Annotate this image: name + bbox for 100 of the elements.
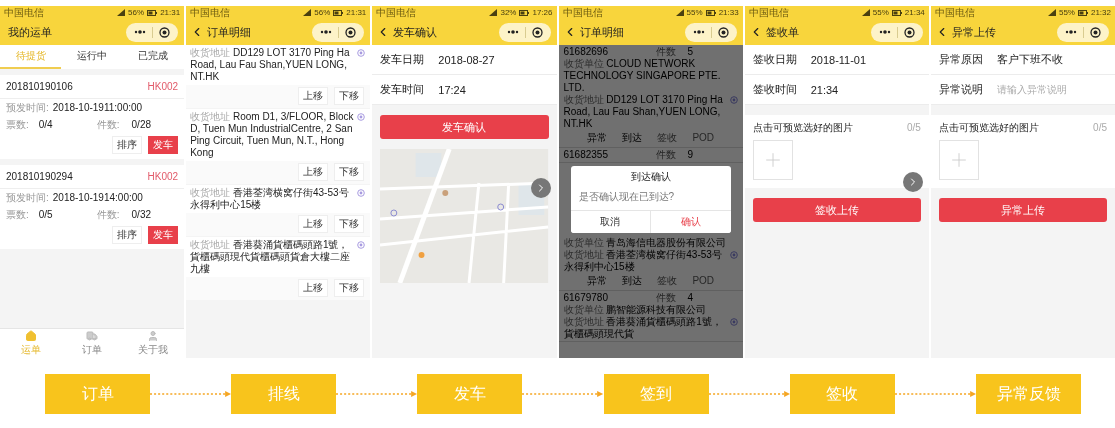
signal-icon — [489, 9, 498, 16]
carrier-name: 中国电信 — [4, 6, 45, 20]
field-label: 异常说明 — [938, 82, 983, 97]
field-label: 件数 — [655, 149, 676, 161]
battery-percent: 55% — [686, 8, 703, 17]
field-value: 2018-08-27 — [438, 53, 495, 66]
more-icon[interactable] — [506, 30, 519, 34]
more-icon[interactable] — [878, 30, 891, 34]
field-value: 0/28 — [130, 118, 152, 131]
clock-time: 21:33 — [718, 8, 739, 17]
nav-tab[interactable]: 关于我 — [122, 329, 185, 358]
order-action[interactable]: 到达 — [618, 275, 647, 287]
waybill-number: 201810190106 — [6, 80, 73, 93]
depart-button[interactable]: 发车 — [148, 136, 179, 154]
depart-button[interactable]: 发车 — [148, 226, 179, 244]
battery-icon — [333, 9, 344, 16]
delivery-address: 收货地址 DD129 LOT 3170 Ping Ha Road, Lau Fau Shan,YUEN LONG, NT.HK — [190, 47, 351, 83]
more-icon[interactable] — [320, 30, 333, 34]
move-down-button[interactable]: 下移 — [334, 163, 365, 181]
target-icon[interactable] — [159, 26, 171, 38]
more-icon[interactable] — [134, 30, 147, 34]
target-icon[interactable] — [1090, 26, 1101, 38]
battery-percent: 32% — [500, 8, 517, 17]
move-up-button[interactable]: 上移 — [298, 279, 329, 297]
field-value: 客户下班不收 — [996, 52, 1063, 67]
move-up-button[interactable]: 上移 — [298, 215, 329, 233]
field-label: 票数: — [6, 208, 29, 221]
flow-step: 发车 — [417, 374, 523, 414]
photo-hint: 点击可预览选好的图片 — [752, 121, 853, 134]
piece-count: 5 — [686, 46, 695, 58]
capsule-menu[interactable] — [126, 22, 179, 42]
status-tab[interactable]: 已完成 — [122, 45, 185, 69]
move-up-button[interactable]: 上移 — [298, 163, 329, 181]
upload-button[interactable]: 异常上传 — [938, 198, 1107, 222]
page-title: 订单明细 — [207, 24, 253, 40]
signal-icon — [675, 9, 684, 16]
clock-time: 21:31 — [346, 8, 367, 17]
order-number: 61679780 — [563, 292, 609, 304]
route-code: HK002 — [147, 170, 179, 183]
target-icon[interactable] — [531, 26, 543, 38]
nav-tab[interactable]: 订单 — [61, 329, 123, 358]
move-down-button[interactable]: 下移 — [334, 215, 365, 233]
battery-icon — [891, 9, 902, 16]
field-label: 发车时间 — [380, 82, 425, 97]
order-action[interactable]: 异常 — [583, 132, 612, 144]
carrier-name: 中国电信 — [190, 6, 232, 20]
field-value: 17:24 — [438, 83, 466, 96]
battery-percent: 56% — [128, 8, 145, 17]
delivery-address: 收货地址 香港荃湾横窝仔街43-53号永得利中心15楼 — [190, 187, 350, 211]
battery-icon — [519, 9, 530, 16]
clock-time: 21:31 — [160, 8, 181, 17]
carrier-name: 中国电信 — [562, 6, 604, 20]
clock-time: 17:26 — [532, 8, 553, 17]
battery-percent: 55% — [1058, 8, 1075, 17]
photo-count: 0/5 — [906, 121, 921, 134]
field-label: 件数 — [655, 46, 676, 58]
delivery-address: 收货地址 香港葵涌貨櫃碼頭路1號，貨櫃碼頭現代貨櫃碼頭貨倉大樓二座九樓 — [190, 239, 352, 275]
target-icon[interactable] — [903, 26, 915, 38]
more-icon[interactable] — [692, 30, 705, 34]
capsule-menu[interactable] — [684, 22, 737, 42]
sort-button[interactable]: 排序 — [112, 226, 143, 244]
target-icon[interactable] — [717, 26, 729, 38]
move-down-button[interactable]: 下移 — [334, 279, 365, 297]
confirm-departure-button[interactable]: 发车确认 — [380, 115, 549, 139]
battery-icon — [147, 9, 158, 16]
capsule-menu[interactable] — [870, 22, 923, 42]
field-label: 预发时间: — [6, 191, 49, 204]
carrier-name: 中国电信 — [376, 6, 418, 20]
move-down-button[interactable]: 下移 — [334, 87, 365, 105]
field-value: 0/4 — [37, 118, 54, 131]
order-action[interactable]: 异常 — [583, 275, 612, 287]
battery-percent: 55% — [872, 8, 889, 17]
field-label: 预发时间: — [6, 101, 49, 114]
flow-step: 签收 — [789, 374, 895, 414]
cancel-button[interactable]: 取消 — [570, 211, 651, 233]
input-field[interactable]: 请输入异常说明 — [996, 84, 1087, 95]
more-icon[interactable] — [1065, 30, 1077, 34]
delivery-address: 收货地址 香港荃湾横窝仔街43-53号永得利中心15楼 — [563, 249, 723, 273]
status-tab[interactable]: 运行中 — [61, 45, 123, 69]
signal-icon — [861, 9, 870, 16]
piece-count: 9 — [686, 149, 695, 161]
move-up-button[interactable]: 上移 — [298, 87, 329, 105]
page-title: 订单明细 — [579, 24, 625, 40]
carrier-name: 中国电信 — [934, 6, 976, 20]
capsule-menu[interactable] — [312, 22, 365, 42]
delivery-address: 收货地址 Room D1, 3/FLOOR, Block D, Tuen Mun IndustrialCentre, 2 San Ping Circuit, Tuen Mun, N.T., Hong Kong — [190, 111, 355, 159]
upload-button[interactable]: 签收上传 — [752, 198, 921, 222]
capsule-menu[interactable] — [498, 22, 551, 42]
flow-step: 签到 — [603, 374, 709, 414]
home-icon — [24, 330, 37, 342]
carrier-name: 中国电信 — [748, 6, 790, 20]
dialog-title: 到达确认 — [629, 170, 672, 184]
order-action[interactable]: 到达 — [618, 132, 647, 144]
flow-step: 异常反馈 — [976, 374, 1081, 414]
battery-icon — [705, 9, 716, 16]
sort-button[interactable]: 排序 — [112, 136, 143, 154]
photo-hint: 点击可预览选好的图片 — [938, 121, 1039, 134]
target-icon[interactable] — [345, 26, 357, 38]
field-label: 票数: — [6, 118, 29, 131]
capsule-menu[interactable] — [1057, 22, 1109, 42]
